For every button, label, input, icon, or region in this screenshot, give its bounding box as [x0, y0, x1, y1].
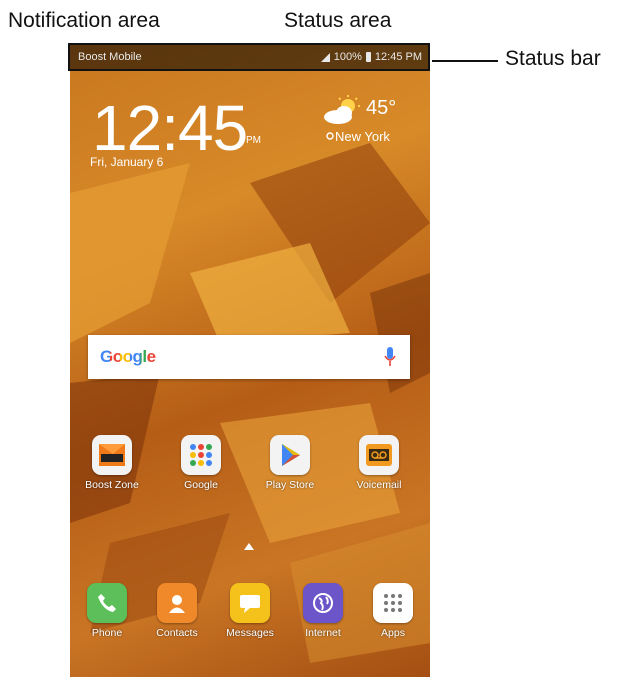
app-contacts[interactable]: Contacts [142, 583, 212, 639]
microphone-icon[interactable] [384, 346, 396, 368]
notification-area-callout: Notification area [8, 9, 160, 32]
app-messages[interactable]: Messages [212, 583, 288, 639]
clock-date: Fri, January 6 [90, 155, 164, 169]
clock-ampm: PM [246, 135, 261, 146]
internet-icon [303, 583, 343, 623]
status-bar-callout: Status bar [505, 47, 601, 70]
google-folder-icon [181, 435, 221, 475]
google-logo: Google [100, 347, 156, 366]
app-label: Voicemail [356, 479, 402, 491]
messages-icon [230, 583, 270, 623]
app-apps[interactable]: Apps [358, 583, 428, 639]
app-label: Google [184, 479, 218, 491]
apps-grid-icon [373, 583, 413, 623]
phone-icon [87, 583, 127, 623]
status-bar-highlight [68, 43, 430, 71]
weather-city: New York [335, 129, 390, 144]
weather-temperature: 45° [366, 97, 397, 119]
app-label: Apps [381, 627, 405, 639]
location-pin-icon [326, 131, 334, 140]
clock-time[interactable]: 12:45 [92, 91, 248, 165]
play-store-icon [270, 435, 310, 475]
app-internet[interactable]: Internet [288, 583, 358, 639]
status-bar-leader-line [432, 60, 498, 62]
home-page-indicator[interactable] [244, 543, 254, 550]
app-google-folder[interactable]: Google [165, 435, 237, 491]
app-label: Play Store [265, 479, 315, 491]
app-boost-zone[interactable]: Boost Zone [76, 435, 148, 491]
app-label: Internet [305, 627, 341, 639]
voicemail-icon [359, 435, 399, 475]
partly-cloudy-icon[interactable] [320, 95, 366, 125]
phone-screen: Boost Mobile 100% 12:45 PM 12:45 PM Fri,… [70, 43, 430, 677]
status-area-callout: Status area [284, 9, 392, 32]
app-label: Contacts [156, 627, 198, 639]
app-label: Phone [91, 627, 123, 639]
google-search-bar[interactable]: Google [88, 335, 410, 379]
app-play-store[interactable]: Play Store [254, 435, 326, 491]
boost-zone-icon [92, 435, 132, 475]
weather-location: New York [326, 129, 390, 144]
app-voicemail[interactable]: Voicemail [343, 435, 415, 491]
app-label: Messages [226, 627, 274, 639]
app-phone[interactable]: Phone [72, 583, 142, 639]
contacts-icon [157, 583, 197, 623]
app-label: Boost Zone [85, 479, 139, 491]
